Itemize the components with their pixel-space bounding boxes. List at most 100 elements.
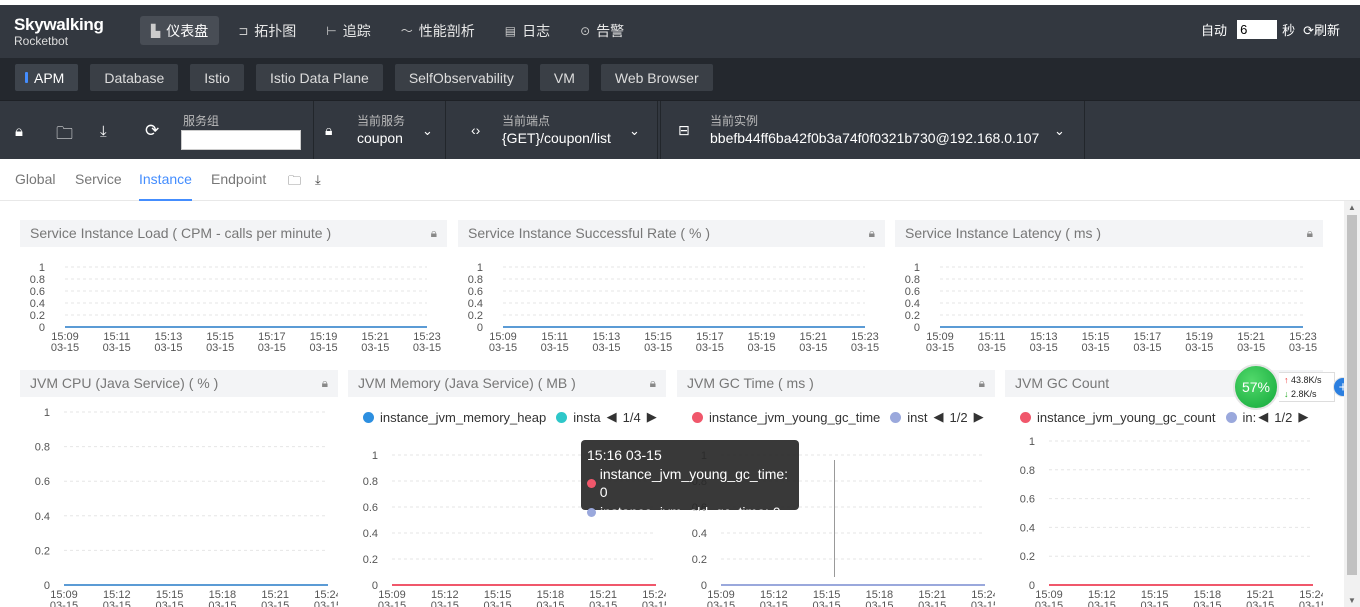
legend-prev-icon[interactable]: ◀ [607,409,617,425]
page-scrollbar[interactable]: ▲ ▼ [1344,201,1360,607]
y-tick-label: 0.8 [905,274,920,286]
scrollbar-thumb[interactable] [1347,215,1357,575]
endpoint-selector[interactable]: ‹› 当前端点 {GET}/coupon/list ⌄ [446,101,658,159]
lock-icon[interactable]: 🔒︎ [15,123,23,140]
logo-subtitle: Rocketbot [14,34,69,48]
lock-icon[interactable]: 🔒︎ [979,370,985,397]
download-icon[interactable]: ⤓ [100,123,107,140]
legend-page: 1/2 [1274,409,1293,425]
legend-item[interactable]: in: [1243,410,1257,425]
net-speeds: ↑ 43.8K/s ↓ 2.8K/s [1279,372,1335,402]
lock-icon[interactable]: 🔒︎ [650,370,656,397]
tab-global[interactable]: Global [15,171,55,187]
service-selector[interactable]: 🔒︎ 当前服务 coupon ⌄ [313,101,446,159]
legend-item[interactable]: instance_jvm_young_gc_time [709,410,880,425]
x-tick-label: 03-15 [918,600,946,607]
nav-alarm-label: 告警 [596,22,625,39]
legend-item[interactable]: instance_jvm_young_gc_count [1037,410,1216,425]
lock-icon[interactable]: 🔒︎ [322,370,328,397]
x-tick-label: 03-15 [642,600,666,607]
lock-icon[interactable]: 🔒︎ [1307,220,1313,247]
category-apm[interactable]: APM [15,64,79,91]
network-monitor-widget[interactable]: 57% ↑ 43.8K/s ↓ 2.8K/s + [1233,364,1355,410]
category-vm[interactable]: VM [539,64,589,91]
auto-label[interactable]: 自动 [1201,20,1227,39]
x-tick-label: 03-15 [1141,600,1169,607]
category-istio-data-plane[interactable]: Istio Data Plane [255,64,383,91]
nav-dashboard[interactable]: ▙ 仪表盘 [140,16,220,45]
y-tick-label: 0.6 [363,502,378,514]
legend-item[interactable]: inst [907,410,927,425]
x-tick-label: 03-15 [851,342,879,354]
chart-jvm-cpu[interactable]: 00.20.40.60.8115:0903-1515:1203-1515:150… [20,407,338,607]
panel-title: JVM CPU (Java Service) ( % ) 🔒︎ [20,370,338,397]
x-tick-label: 03-15 [489,342,517,354]
y-tick-label: 0.2 [1020,551,1035,563]
folder-icon[interactable]: 🗀 [56,121,73,150]
chart-instance-load[interactable]: 00.20.40.60.8115:0903-1515:1103-1515:130… [20,257,447,360]
x-tick-label: 03-15 [258,342,286,354]
legend-page: 1/4 [622,409,641,425]
endpoint-label: 当前端点 [502,114,551,128]
x-tick-label: 03-15 [103,600,131,607]
legend-next-icon[interactable]: ▶ [647,409,657,425]
panel-title: JVM Memory (Java Service) ( MB ) 🔒︎ [348,370,666,397]
instance-selector[interactable]: ⊟ 当前实例 bbefb44ff6ba42f0b3a74f0f0321b730@… [660,101,1085,159]
refresh-button[interactable]: ⟳刷新 [1303,20,1340,39]
nav-log[interactable]: ▤ 日志 [494,16,561,45]
legend-next-icon[interactable]: ▶ [974,409,984,425]
chart-successful-rate[interactable]: 00.20.40.60.8115:0903-1515:1103-1515:130… [458,257,885,360]
category-istio[interactable]: Istio [190,64,244,91]
chart-legend: instance_jvm_young_gc_count in: ◀ 1/2 ▶ [1020,409,1320,425]
x-tick-label: 03-15 [51,342,79,354]
y-tick-label: 0.4 [905,298,920,310]
tab-endpoint[interactable]: Endpoint [211,171,266,187]
category-web-browser[interactable]: Web Browser [600,64,713,91]
chevron-down-icon: ⌄ [1054,123,1065,138]
nav-profile[interactable]: 〜性能剖析 [390,16,486,45]
category-selfobservability[interactable]: SelfObservability [394,64,528,91]
y-tick-label: 0.4 [30,298,45,310]
chart-jvm-gc-count[interactable]: 00.20.40.60.8115:0903-1515:1203-1515:150… [1005,436,1323,607]
legend-prev-icon[interactable]: ◀ [934,409,944,425]
lock-icon[interactable]: 🔒︎ [431,220,437,247]
tooltip-title: 15:16 03-15 [587,447,662,463]
panel-title-text: Service Instance Successful Rate ( % ) [468,225,710,241]
y-tick-label: 0.6 [35,476,50,488]
legend-dot [1225,411,1237,423]
legend-dot [890,411,902,423]
y-tick-label: 1 [39,262,45,274]
logo[interactable]: Skywalking Rocketbot [14,15,104,48]
y-tick-label: 0 [372,580,378,592]
legend-item[interactable]: instance_jvm_memory_heap [380,410,546,425]
nav-trace[interactable]: ⊢ 追踪 [315,16,381,45]
arrow-down-icon: ↓ [1284,389,1289,399]
group-input[interactable] [181,130,301,150]
panel-title-text: JVM GC Count [1015,375,1110,391]
auto-interval-input[interactable] [1237,20,1278,39]
nav-topology[interactable]: ⊐ 拓扑图 [227,16,307,45]
panel-title-text: JVM Memory (Java Service) ( MB ) [358,375,576,391]
legend-item[interactable]: insta [573,410,600,425]
nav-alarm[interactable]: ⊙ 告警 [569,16,635,45]
tab-service[interactable]: Service [75,171,122,187]
auto-unit: 秒 [1282,23,1296,38]
category-database[interactable]: Database [90,64,179,91]
folder-icon[interactable]: 🗀 [288,172,301,194]
chart-latency[interactable]: 00.20.40.60.8115:0903-1515:1103-1515:130… [895,257,1323,360]
tab-instance[interactable]: Instance [139,171,192,187]
scroll-down-icon[interactable]: ▼ [1348,596,1356,605]
download-icon[interactable]: ⤓ [315,172,321,188]
active-tab-indicator [139,199,192,201]
refresh-label: 刷新 [1313,23,1340,38]
x-tick-label: 03-15 [707,600,735,607]
scroll-up-icon[interactable]: ▲ [1348,203,1356,212]
x-tick-label: 03-15 [1246,600,1274,607]
legend-prev-icon[interactable]: ◀ [1258,409,1268,425]
x-tick-label: 03-15 [799,342,827,354]
y-tick-label: 0 [1029,580,1035,592]
reload-icon[interactable]: ⟳ [145,121,159,141]
lock-icon[interactable]: 🔒︎ [869,220,875,247]
legend-next-icon[interactable]: ▶ [1298,409,1308,425]
legend-dot [556,411,568,423]
